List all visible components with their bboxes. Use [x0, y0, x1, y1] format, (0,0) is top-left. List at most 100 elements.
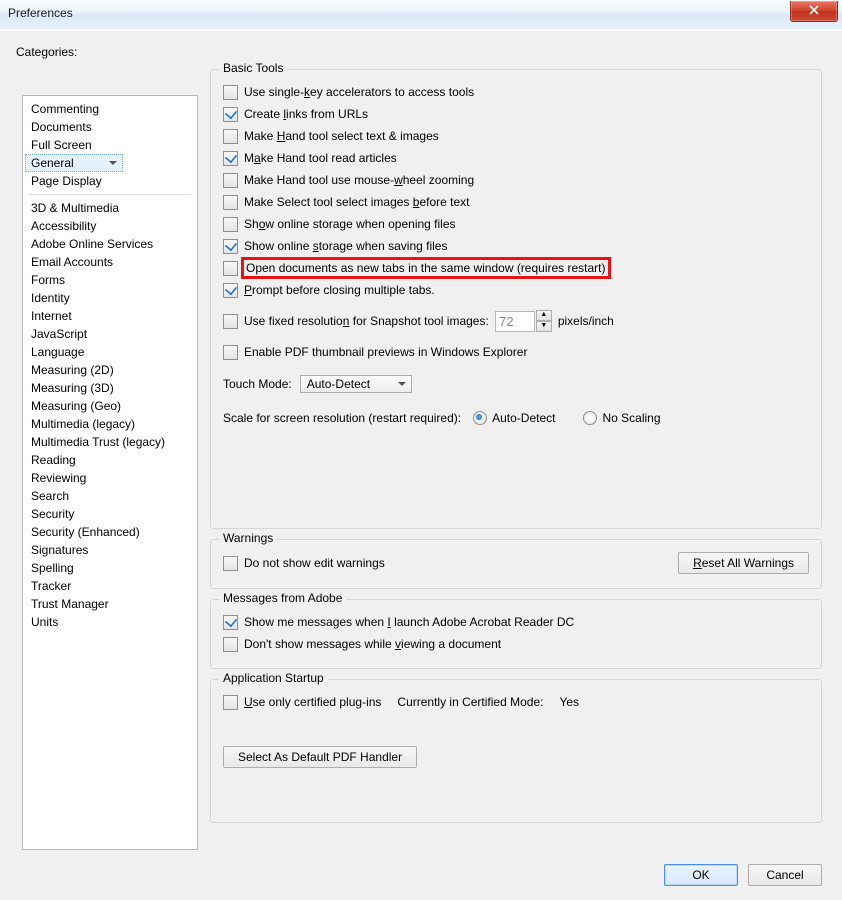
basic-row: Prompt before closing multiple tabs. — [223, 280, 809, 300]
category-item[interactable]: Multimedia (legacy) — [25, 415, 195, 433]
default-pdf-handler-button[interactable]: Select As Default PDF Handler — [223, 746, 417, 768]
dialog-footer: OK Cancel — [664, 864, 822, 886]
categories-list[interactable]: CommentingDocumentsFull ScreenGeneralPag… — [22, 95, 198, 850]
category-item[interactable]: Accessibility — [25, 217, 195, 235]
basic-checkbox[interactable] — [223, 261, 238, 276]
category-item[interactable]: Multimedia Trust (legacy) — [25, 433, 195, 451]
category-item[interactable]: Language — [25, 343, 195, 361]
reset-warnings-button[interactable]: Reset All Warnings — [678, 552, 809, 574]
basic-row: Make Hand tool read articles — [223, 148, 809, 168]
window-title: Preferences — [8, 6, 73, 20]
snapshot-unit: pixels/inch — [558, 314, 614, 328]
dialog-body: Categories: CommentingDocumentsFull Scre… — [0, 30, 842, 900]
category-item[interactable]: Adobe Online Services — [25, 235, 195, 253]
adobe-launch-label: Show me messages when I launch Adobe Acr… — [244, 615, 574, 629]
thumb-label: Enable PDF thumbnail previews in Windows… — [244, 345, 527, 359]
basic-checkbox-label: Show online storage when saving files — [244, 239, 447, 253]
category-item[interactable]: Reviewing — [25, 469, 195, 487]
main-panel: Basic Tools Use single-key accelerators … — [210, 69, 822, 850]
category-item[interactable]: Trust Manager — [25, 595, 195, 613]
categories-label: Categories: — [16, 45, 826, 59]
basic-row: Make Select tool select images before te… — [223, 192, 809, 212]
cert-mode-value: Yes — [559, 695, 579, 709]
group-messages-adobe: Messages from Adobe Show me messages whe… — [210, 599, 822, 669]
basic-row: Open documents as new tabs in the same w… — [223, 258, 809, 278]
basic-checkbox[interactable] — [223, 239, 238, 254]
basic-row: Use single-key accelerators to access to… — [223, 82, 809, 102]
category-item[interactable]: Security — [25, 505, 195, 523]
ok-button[interactable]: OK — [664, 864, 738, 886]
scale-label: Scale for screen resolution (restart req… — [223, 411, 461, 425]
category-item[interactable]: Search — [25, 487, 195, 505]
touch-row: Touch Mode: Auto-Detect — [223, 374, 809, 394]
basic-checkbox[interactable] — [223, 195, 238, 210]
titlebar: Preferences — [0, 0, 842, 31]
scale-noscale-radio[interactable] — [583, 411, 597, 425]
cancel-button[interactable]: Cancel — [748, 864, 822, 886]
basic-checkbox-label: Create links from URLs — [244, 107, 368, 121]
snapshot-checkbox[interactable] — [223, 314, 238, 329]
basic-checkbox-label: Make Hand tool use mouse-wheel zooming — [244, 173, 474, 187]
basic-checkbox[interactable] — [223, 85, 238, 100]
scale-auto-label: Auto-Detect — [492, 411, 555, 425]
category-item[interactable]: Measuring (2D) — [25, 361, 195, 379]
thumb-checkbox[interactable] — [223, 345, 238, 360]
category-item[interactable]: Reading — [25, 451, 195, 469]
category-item[interactable]: Page Display — [25, 172, 195, 190]
category-item[interactable]: Full Screen — [25, 136, 195, 154]
close-button[interactable] — [790, 1, 838, 22]
spin-down-icon[interactable]: ▼ — [536, 321, 552, 332]
category-item[interactable]: Measuring (3D) — [25, 379, 195, 397]
category-item[interactable]: Spelling — [25, 559, 195, 577]
basic-row: Show online storage when opening files — [223, 214, 809, 234]
category-item[interactable]: Forms — [25, 271, 195, 289]
basic-checkbox-label: Use single-key accelerators to access to… — [244, 85, 474, 99]
adobe-launch-checkbox[interactable] — [223, 615, 238, 630]
certified-plugins-label: Use only certified plug-ins — [244, 695, 381, 709]
group-legend: Basic Tools — [219, 61, 287, 75]
touch-mode-value: Auto-Detect — [307, 377, 370, 391]
adobe-viewing-label: Don't show messages while viewing a docu… — [244, 637, 501, 651]
category-item[interactable]: Units — [25, 613, 195, 631]
category-item[interactable]: Email Accounts — [25, 253, 195, 271]
thumb-row: Enable PDF thumbnail previews in Windows… — [223, 342, 809, 362]
basic-checkbox-label: Make Select tool select images before te… — [244, 195, 469, 209]
basic-checkbox-label: Prompt before closing multiple tabs. — [244, 283, 435, 297]
spin-up-icon[interactable]: ▲ — [536, 310, 552, 321]
group-basic-tools: Basic Tools Use single-key accelerators … — [210, 69, 822, 529]
group-legend: Application Startup — [219, 671, 328, 685]
category-item[interactable]: Signatures — [25, 541, 195, 559]
basic-checkbox[interactable] — [223, 151, 238, 166]
group-app-startup: Application Startup Use only certified p… — [210, 679, 822, 823]
scale-noscale-label: No Scaling — [602, 411, 660, 425]
certified-plugins-checkbox[interactable] — [223, 695, 238, 710]
edit-warnings-label: Do not show edit warnings — [244, 556, 385, 570]
basic-checkbox[interactable] — [223, 129, 238, 144]
touch-mode-select[interactable]: Auto-Detect — [300, 375, 412, 393]
basic-checkbox[interactable] — [223, 107, 238, 122]
category-item[interactable]: Identity — [25, 289, 195, 307]
category-item[interactable]: Security (Enhanced) — [25, 523, 195, 541]
edit-warnings-checkbox[interactable] — [223, 556, 238, 571]
category-item[interactable]: Commenting — [25, 100, 195, 118]
category-item[interactable]: JavaScript — [25, 325, 195, 343]
basic-row: Make Hand tool select text & images — [223, 126, 809, 146]
adobe-viewing-checkbox[interactable] — [223, 637, 238, 652]
snapshot-spinner[interactable]: ▲▼ — [495, 310, 552, 332]
category-item[interactable]: Documents — [25, 118, 195, 136]
basic-row: Make Hand tool use mouse-wheel zooming — [223, 170, 809, 190]
touch-label: Touch Mode: — [223, 377, 292, 391]
basic-checkbox[interactable] — [223, 217, 238, 232]
category-item[interactable]: Tracker — [25, 577, 195, 595]
snapshot-value[interactable] — [495, 311, 535, 332]
basic-checkbox-label: Make Hand tool select text & images — [244, 129, 439, 143]
scale-auto-radio[interactable] — [473, 411, 487, 425]
snapshot-label: Use fixed resolution for Snapshot tool i… — [244, 314, 489, 328]
category-item[interactable]: Measuring (Geo) — [25, 397, 195, 415]
basic-checkbox[interactable] — [223, 173, 238, 188]
category-item[interactable]: General — [25, 154, 123, 172]
scale-row: Scale for screen resolution (restart req… — [223, 408, 809, 428]
category-item[interactable]: 3D & Multimedia — [25, 199, 195, 217]
basic-checkbox[interactable] — [223, 283, 238, 298]
category-item[interactable]: Internet — [25, 307, 195, 325]
